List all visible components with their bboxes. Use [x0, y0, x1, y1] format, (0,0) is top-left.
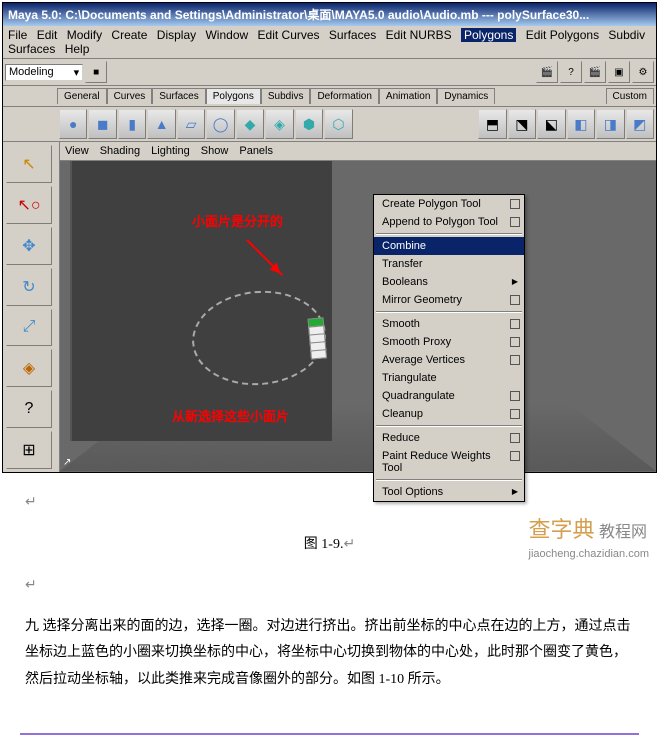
menu-separator — [376, 311, 522, 313]
menu-help[interactable]: Help — [65, 42, 90, 56]
menu-separator — [376, 233, 522, 235]
menu-smooth[interactable]: Smooth — [374, 315, 524, 333]
menu-combine[interactable]: Combine 合并 — [374, 237, 524, 255]
cone-icon[interactable]: ▲ — [147, 109, 175, 139]
poly-faces — [308, 317, 331, 359]
toolbar-icon[interactable]: ■ — [85, 61, 107, 83]
poly-edit1-icon[interactable]: ⬒ — [478, 109, 506, 139]
tab-dynamics[interactable]: Dynamics — [437, 88, 495, 104]
menu-separator — [376, 425, 522, 427]
menu-create[interactable]: Create — [111, 28, 147, 42]
menu-modify[interactable]: Modify — [67, 28, 102, 42]
vp-show[interactable]: Show — [201, 145, 229, 157]
poly-tool3-icon[interactable]: ⬢ — [295, 109, 323, 139]
main-menubar: File Edit Modify Create Display Window E… — [3, 26, 656, 59]
poly-edit3-icon[interactable]: ⬕ — [537, 109, 565, 139]
menu-file[interactable]: File — [8, 28, 27, 42]
render-icon[interactable]: ▣ — [608, 61, 630, 83]
lasso-tool-icon[interactable]: ↖○ — [6, 186, 52, 224]
slate-icon[interactable]: 🎬 — [584, 61, 606, 83]
film-icon[interactable]: 🎬 — [536, 61, 558, 83]
poly-edit2-icon[interactable]: ⬔ — [508, 109, 536, 139]
toolbox: ↖ ↖○ ✥ ↻ ⤢ ◈ ? ⊞ — [3, 142, 60, 472]
tab-animation[interactable]: Animation — [379, 88, 437, 104]
menu-editcurves[interactable]: Edit Curves — [258, 28, 320, 42]
transform-tool-icon[interactable]: ◈ — [6, 349, 52, 387]
menu-avg-verts[interactable]: Average Vertices — [374, 351, 524, 369]
perspective-viewport[interactable]: 小面片是分开的 从新选择这些小面片 ↗ — [60, 161, 656, 471]
menu-editpolygons[interactable]: Edit Polygons — [526, 28, 599, 42]
menu-tool-options[interactable]: Tool Options▶ — [374, 483, 524, 501]
red-arrow-icon — [246, 239, 283, 276]
move-tool-icon[interactable]: ✥ — [6, 227, 52, 265]
poly-tool4-icon[interactable]: ⬡ — [324, 109, 352, 139]
select-tool-icon[interactable]: ↖ — [6, 145, 52, 183]
menu-triangulate[interactable]: Triangulate — [374, 369, 524, 387]
menu-paint-reduce[interactable]: Paint Reduce Weights Tool — [374, 447, 524, 477]
poly-edit6-icon[interactable]: ◩ — [626, 109, 654, 139]
axis-indicator-icon: ↗ — [63, 457, 71, 468]
menu-surfaces[interactable]: Surfaces — [329, 28, 376, 42]
annotation-bottom: 从新选择这些小面片 — [172, 406, 289, 425]
plane-icon[interactable]: ▱ — [177, 109, 205, 139]
menu-separator — [376, 479, 522, 481]
vp-shading[interactable]: Shading — [100, 145, 140, 157]
cylinder-icon[interactable]: ▮ — [118, 109, 146, 139]
vp-view[interactable]: View — [65, 145, 89, 157]
poly-tool2-icon[interactable]: ◈ — [265, 109, 293, 139]
menu-mirror[interactable]: Mirror Geometry — [374, 291, 524, 309]
shelf-tabs-row: General Curves Surfaces Polygons Subdivs… — [3, 86, 656, 107]
menu-editnurbs[interactable]: Edit NURBS — [386, 28, 452, 42]
menu-reduce[interactable]: Reduce — [374, 429, 524, 447]
tab-general[interactable]: General — [57, 88, 107, 104]
viewport-menubar: View Shading Lighting Show Panels — [60, 142, 656, 161]
misc-tool-icon[interactable]: ? — [6, 390, 52, 428]
workspace-selector[interactable]: Modeling ▾ — [5, 64, 83, 81]
sphere-icon[interactable]: ● — [59, 109, 87, 139]
tab-deformation[interactable]: Deformation — [310, 88, 378, 104]
rotate-tool-icon[interactable]: ↻ — [6, 268, 52, 306]
poly-edit5-icon[interactable]: ◨ — [596, 109, 624, 139]
menu-append-poly[interactable]: Append to Polygon Tool — [374, 213, 524, 231]
viewport-panel: View Shading Lighting Show Panels 小面片是分开… — [60, 142, 656, 472]
menu-create-poly[interactable]: Create Polygon Tool — [374, 195, 524, 213]
menu-quad[interactable]: Quadrangulate — [374, 387, 524, 405]
divider — [20, 733, 639, 735]
paragraph: 九 选择分离出来的面的边，选择一圈。对边进行挤出。挤出前坐标的中心点在边的上方，… — [25, 614, 634, 694]
tab-curves[interactable]: Curves — [107, 88, 153, 104]
menu-cleanup[interactable]: Cleanup — [374, 405, 524, 423]
window-titlebar: Maya 5.0: C:\Documents and Settings\Admi… — [3, 3, 656, 26]
menu-booleans[interactable]: Booleans▶ — [374, 273, 524, 291]
menu-edit[interactable]: Edit — [37, 28, 58, 42]
menu-window[interactable]: Window — [205, 28, 248, 42]
tab-subdivs[interactable]: Subdivs — [261, 88, 311, 104]
watermark: 查字典 教程网 jiaocheng.chazidian.com — [529, 512, 649, 562]
annotation-top: 小面片是分开的 — [192, 211, 283, 230]
model-panel: 小面片是分开的 从新选择这些小面片 — [70, 161, 332, 441]
layout-tool-icon[interactable]: ⊞ — [6, 431, 52, 469]
tab-polygons[interactable]: Polygons — [206, 88, 261, 104]
status-toolbar: Modeling ▾ ■ 🎬 ? 🎬 ▣ ⚙ — [3, 59, 656, 86]
vp-panels[interactable]: Panels — [239, 145, 273, 157]
main-workspace: ↖ ↖○ ✥ ↻ ⤢ ◈ ? ⊞ View Shading Lighting S… — [3, 142, 656, 472]
menu-smooth-proxy[interactable]: Smooth Proxy — [374, 333, 524, 351]
scale-tool-icon[interactable]: ⤢ — [6, 309, 52, 347]
settings-icon[interactable]: ⚙ — [632, 61, 654, 83]
vp-lighting[interactable]: Lighting — [151, 145, 190, 157]
torus-icon[interactable]: ◯ — [206, 109, 234, 139]
polygons-menu: Create Polygon Tool Append to Polygon To… — [373, 194, 525, 502]
tab-custom[interactable]: Custom — [606, 88, 654, 104]
speaker-hole — [188, 285, 330, 390]
menu-polygons[interactable]: Polygons — [461, 28, 516, 42]
poly-tool-icon[interactable]: ◆ — [236, 109, 264, 139]
shelf-icons: ● ◼ ▮ ▲ ▱ ◯ ◆ ◈ ⬢ ⬡ ⬒ ⬔ ⬕ ◧ ◨ ◩ — [3, 107, 656, 142]
poly-edit4-icon[interactable]: ◧ — [567, 109, 595, 139]
menu-transfer[interactable]: Transfer — [374, 255, 524, 273]
cube-icon[interactable]: ◼ — [88, 109, 116, 139]
tab-surfaces[interactable]: Surfaces — [152, 88, 205, 104]
menu-display[interactable]: Display — [157, 28, 196, 42]
question-icon[interactable]: ? — [560, 61, 582, 83]
